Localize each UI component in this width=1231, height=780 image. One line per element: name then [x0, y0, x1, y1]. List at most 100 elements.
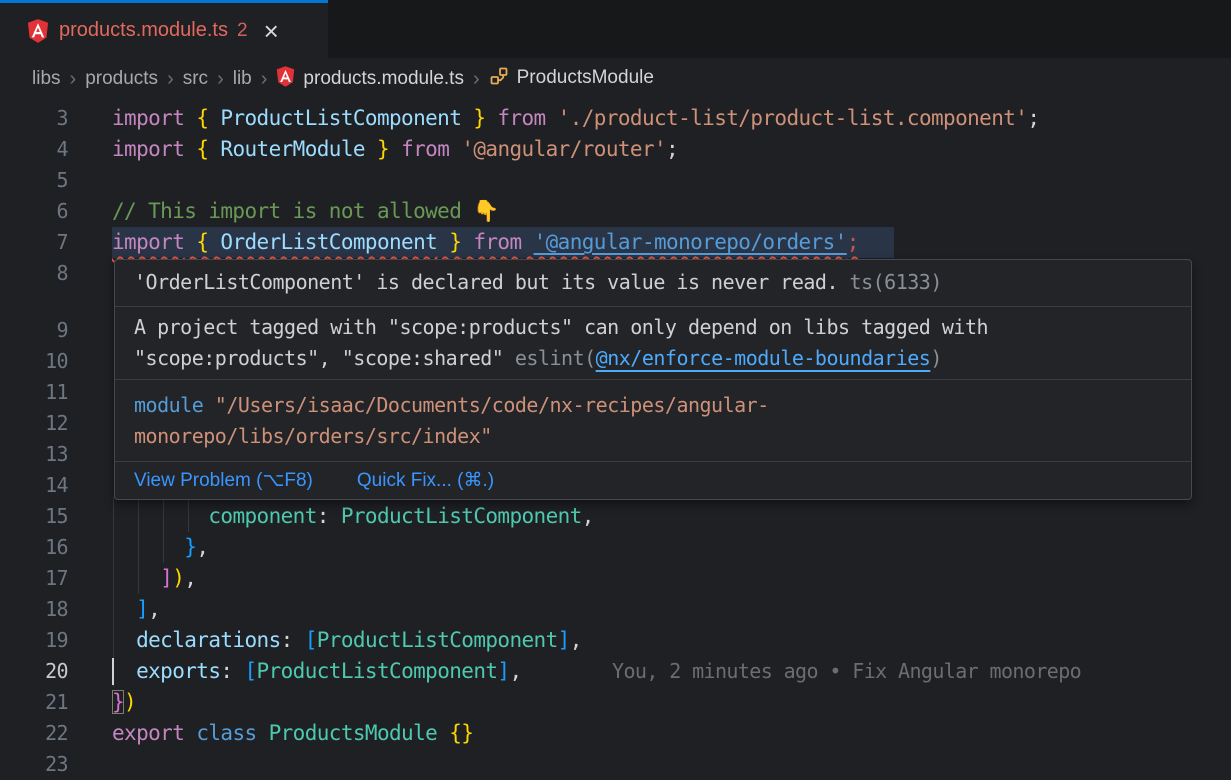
- code-token: [112, 504, 208, 528]
- line-number-21[interactable]: 21: [0, 687, 68, 718]
- breadcrumb-item-products[interactable]: products: [85, 68, 158, 90]
- breadcrumb-item-productsmodule[interactable]: ProductsModule: [489, 66, 654, 92]
- git-blame-annotation: You, 2 minutes ago • Fix Angular monorep…: [612, 656, 1081, 687]
- code-token: ,: [196, 535, 208, 559]
- tab-error-count: 2: [237, 20, 248, 42]
- code-token: {: [196, 106, 208, 130]
- code-token: ;: [1027, 106, 1039, 130]
- line-number-12[interactable]: 12: [0, 408, 68, 439]
- code-token: }: [112, 690, 124, 714]
- breadcrumb-label: products.module.ts: [303, 68, 464, 89]
- close-icon[interactable]: ×: [264, 18, 279, 44]
- code-line-17[interactable]: ]),: [112, 563, 196, 594]
- code-token: '@angular/router': [461, 137, 666, 161]
- code-token: ;: [666, 137, 678, 161]
- line-number-17[interactable]: 17: [0, 563, 68, 594]
- code-token: ]: [136, 597, 148, 621]
- line-number-7[interactable]: 7: [0, 227, 68, 258]
- code-token: [522, 230, 534, 254]
- line-number-5[interactable]: 5: [0, 165, 68, 196]
- code-line-16[interactable]: },: [112, 532, 208, 563]
- eslint-rule-link[interactable]: @nx/enforce-module-boundaries: [596, 346, 931, 370]
- code-token: ]: [558, 628, 570, 652]
- view-problem-button[interactable]: View Problem (⌥F8): [134, 469, 313, 492]
- code-token: ): [172, 566, 184, 590]
- code-token: from: [401, 137, 449, 161]
- code-line-7[interactable]: import { OrderListComponent } from '@ang…: [112, 227, 859, 258]
- hover-text: monorepo/libs/orders/src/index": [134, 424, 492, 448]
- line-number-13[interactable]: 13: [0, 439, 68, 470]
- code-line-15[interactable]: component: ProductListComponent,: [112, 501, 594, 532]
- code-token: import: [112, 137, 184, 161]
- line-number-10[interactable]: 10: [0, 346, 68, 377]
- quick-fix-button[interactable]: Quick Fix... (⌘.): [357, 469, 494, 492]
- code-token: ,: [570, 628, 582, 652]
- code-line-21[interactable]: }): [112, 687, 136, 718]
- breadcrumb-item-libs[interactable]: libs: [32, 68, 61, 90]
- code-token: [365, 137, 377, 161]
- code-token: :: [281, 628, 305, 652]
- code-token: }: [377, 137, 389, 161]
- code-token: [485, 106, 497, 130]
- line-number-4[interactable]: 4: [0, 134, 68, 165]
- chevron-right-icon: ›: [261, 68, 268, 91]
- breadcrumb-item-lib[interactable]: lib: [233, 68, 252, 90]
- code-token: [208, 230, 220, 254]
- code-token: [112, 659, 136, 683]
- line-number-14[interactable]: 14: [0, 470, 68, 501]
- code-token: [184, 230, 196, 254]
- line-number-11[interactable]: 11: [0, 377, 68, 408]
- code-line-3[interactable]: import { ProductListComponent } from './…: [112, 103, 1039, 134]
- code-line-18[interactable]: ],: [112, 594, 160, 625]
- code-token: [112, 566, 160, 590]
- code-token: ProductsModule: [269, 721, 438, 745]
- code-token: from: [497, 106, 545, 130]
- chevron-right-icon: ›: [70, 68, 77, 91]
- code-token: [449, 137, 461, 161]
- code-token: exports: [136, 659, 220, 683]
- line-number-3[interactable]: 3: [0, 103, 68, 134]
- code-token: [546, 106, 558, 130]
- line-number-15[interactable]: 15: [0, 501, 68, 532]
- code-line-6[interactable]: // This import is not allowed 👇: [112, 196, 499, 227]
- code-token: declarations: [136, 628, 281, 652]
- code-line-4[interactable]: import { RouterModule } from '@angular/r…: [112, 134, 678, 165]
- hover-text: [203, 393, 215, 417]
- hover-text: "scope:products", "scope:shared": [134, 346, 515, 370]
- hover-text: 'OrderListComponent' is declared but its…: [134, 270, 838, 294]
- breadcrumb-item-products-module-ts[interactable]: products.module.ts: [276, 66, 464, 93]
- line-number-9[interactable]: 9: [0, 315, 68, 346]
- line-number-20[interactable]: 20: [0, 656, 68, 687]
- code-line-22[interactable]: export class ProductsModule {}: [112, 718, 473, 749]
- tab-products-module[interactable]: products.module.ts 2 ×: [0, 0, 328, 58]
- line-number-6[interactable]: 6: [0, 196, 68, 227]
- code-token: [437, 230, 449, 254]
- breadcrumb-label: ProductsModule: [517, 67, 654, 88]
- code-token: ProductListComponent: [341, 504, 582, 528]
- code-line-20[interactable]: exports: [ProductListComponent],: [112, 656, 522, 687]
- code-token: [208, 106, 220, 130]
- line-number-8[interactable]: 8: [0, 258, 68, 289]
- breadcrumb-label: products: [85, 68, 158, 89]
- code-token: [437, 721, 449, 745]
- code-token: [184, 721, 196, 745]
- breadcrumb-label: libs: [32, 68, 61, 89]
- code-token: './product-list/product-list.component': [558, 106, 1028, 130]
- tab-bar: products.module.ts 2 ×: [0, 0, 1231, 58]
- breadcrumb-item-src[interactable]: src: [183, 68, 208, 90]
- line-number-19[interactable]: 19: [0, 625, 68, 656]
- line-number-16[interactable]: 16: [0, 532, 68, 563]
- line-number-18[interactable]: 18: [0, 594, 68, 625]
- code-token: [184, 106, 196, 130]
- line-number-23[interactable]: 23: [0, 749, 68, 780]
- hover-text: eslint(: [515, 346, 596, 370]
- hover-text: "/Users/isaac/Documents/code/nx-recipes/…: [215, 393, 769, 417]
- code-line-19[interactable]: declarations: [ProductListComponent],: [112, 625, 582, 656]
- code-token: }: [184, 535, 196, 559]
- code-token: // This import is not allowed: [112, 199, 473, 223]
- code-token: }: [473, 106, 485, 130]
- code-token: 👇: [473, 199, 499, 223]
- module-path-link[interactable]: '@angular-monorepo/orders': [534, 230, 847, 254]
- code-token: ,: [509, 659, 521, 683]
- line-number-22[interactable]: 22: [0, 718, 68, 749]
